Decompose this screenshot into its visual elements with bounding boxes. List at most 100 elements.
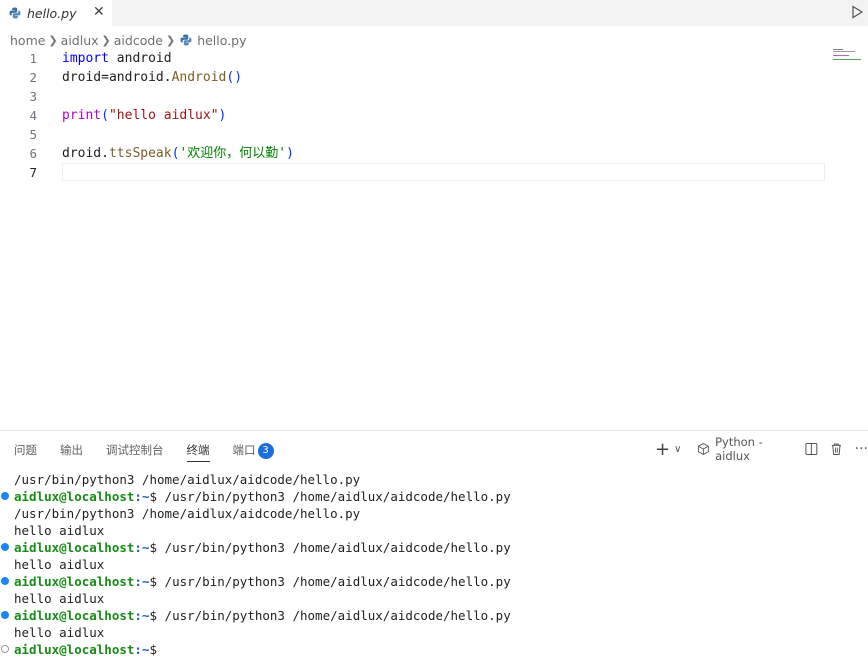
command-text: /usr/bin/python3 /home/aidlux/aidcode/he… <box>164 540 511 555</box>
line-number: 6 <box>29 146 37 161</box>
output-text: hello aidlux <box>14 625 105 640</box>
run-icon[interactable] <box>850 5 864 19</box>
prompt-dollar: $ <box>149 540 165 555</box>
paren: ) <box>286 146 294 161</box>
prompt-user: aidlux@localhost <box>14 574 135 589</box>
code-line: 5 <box>0 125 868 144</box>
command-text: /usr/bin/python3 /home/aidlux/aidcode/he… <box>164 608 511 623</box>
terminal-line: /usr/bin/python3 /home/aidlux/aidcode/he… <box>14 505 360 522</box>
line-number: 7 <box>29 165 37 180</box>
tab-debug-console[interactable]: 调试控制台 <box>106 441 164 459</box>
breadcrumb-aidlux[interactable]: aidlux <box>61 33 99 48</box>
bottom-panel: 问题 输出 调试控制台 终端 端口 3 + ∨ Python - aidlux ·… <box>0 430 868 672</box>
terminal-selector[interactable]: Python - aidlux <box>697 435 793 463</box>
function-name: Android <box>171 70 227 85</box>
prompt-user: aidlux@localhost <box>14 642 135 657</box>
command-status-dot[interactable] <box>1 611 9 619</box>
python-file-icon <box>9 7 21 19</box>
panel-actions: + ∨ Python - aidlux ··· <box>655 435 868 463</box>
paren: ( <box>101 108 109 123</box>
code-line: 4 print("hello aidlux") <box>0 106 868 125</box>
prompt-user: aidlux@localhost <box>14 540 135 555</box>
command-status-dot[interactable] <box>1 543 9 551</box>
terminal-cube-icon <box>698 443 710 455</box>
output-text: hello aidlux <box>14 591 105 606</box>
code-token: droid. <box>62 146 109 161</box>
command-text: /usr/bin/python3 /home/aidlux/aidcode/he… <box>164 574 511 589</box>
tab-terminal[interactable]: 终端 <box>186 441 210 462</box>
ports-count-badge: 3 <box>257 442 274 459</box>
code-line: 3 <box>0 87 868 106</box>
close-icon[interactable]: ✕ <box>93 4 105 20</box>
terminal-line: hello aidlux <box>14 522 104 539</box>
line-number: 2 <box>29 70 37 85</box>
terminal-line: /usr/bin/python3 /home/aidlux/aidcode/he… <box>14 471 360 488</box>
string-literal: '欢迎你，何以勤' <box>179 146 287 161</box>
line-number: 3 <box>29 89 37 104</box>
paren: () <box>226 70 243 85</box>
terminal-line: hello aidlux <box>14 624 104 641</box>
chevron-down-icon[interactable]: ∨ <box>674 444 681 455</box>
tab-problems[interactable]: 问题 <box>14 441 37 459</box>
prompt-dollar: $ <box>149 574 165 589</box>
command-text: /usr/bin/python3 /home/aidlux/aidcode/he… <box>164 489 511 504</box>
terminal-name: Python - aidlux <box>715 435 763 463</box>
breadcrumb-aidcode[interactable]: aidcode <box>114 33 163 48</box>
split-terminal-icon[interactable] <box>805 442 818 456</box>
terminal-line: aidlux@localhost:~$ /usr/bin/python3 /ho… <box>14 488 511 505</box>
output-text: hello aidlux <box>14 523 105 538</box>
prompt-path: :~ <box>134 540 150 555</box>
string-literal: "hello aidlux" <box>108 108 219 123</box>
terminal-line: hello aidlux <box>14 556 104 573</box>
prompt-dollar: $ <box>149 642 165 657</box>
line-number: 4 <box>29 108 37 123</box>
new-terminal-button[interactable]: + <box>655 439 670 460</box>
paren: ) <box>218 108 227 123</box>
code-line: 7 <box>0 163 868 182</box>
terminal-line: aidlux@localhost:~$ /usr/bin/python3 /ho… <box>14 607 511 624</box>
prompt-user: aidlux@localhost <box>14 608 135 623</box>
breadcrumb-file[interactable]: hello.py <box>197 33 246 48</box>
tab-hello-py[interactable]: hello.py ✕ <box>0 0 112 26</box>
prompt-user: aidlux@localhost <box>14 489 135 504</box>
code-line: 2 droid=android.Android() <box>0 68 868 87</box>
function-name: ttsSpeak <box>108 146 172 161</box>
chevron-right-icon: ❯ <box>101 33 111 47</box>
code-text: print("hello aidlux") <box>62 106 226 125</box>
command-status-dot <box>1 645 9 653</box>
terminal-line: hello aidlux <box>14 590 104 607</box>
trash-icon[interactable] <box>830 442 843 456</box>
prompt-path: :~ <box>134 642 150 657</box>
command-status-dot[interactable] <box>1 492 9 500</box>
output-text: hello aidlux <box>14 557 105 572</box>
minimap[interactable] <box>833 49 863 61</box>
breadcrumb: home ❯ aidlux ❯ aidcode ❯ hello.py <box>10 31 246 49</box>
python-file-icon <box>180 34 192 46</box>
keyword: import <box>62 51 109 66</box>
terminal-line: aidlux@localhost:~$ <box>14 641 165 658</box>
prompt-path: :~ <box>134 574 150 589</box>
code-token: droid=android. <box>62 70 172 85</box>
command-status-dot[interactable] <box>1 577 9 585</box>
code-line: 6 droid.ttsSpeak('欢迎你，何以勤') <box>0 144 868 163</box>
breadcrumb-home[interactable]: home <box>10 33 45 48</box>
tab-output[interactable]: 输出 <box>60 441 83 459</box>
prompt-path: :~ <box>134 608 150 623</box>
chevron-right-icon: ❯ <box>48 33 58 47</box>
line-number: 5 <box>29 127 37 142</box>
code-token: android <box>108 51 172 66</box>
tab-ports-label: 端口 <box>232 443 256 457</box>
editor-tab-bar: hello.py ✕ <box>0 0 868 26</box>
more-actions-icon[interactable]: ··· <box>855 441 868 457</box>
tab-label: hello.py <box>27 5 77 21</box>
code-text: droid.ttsSpeak('欢迎你，何以勤') <box>62 144 294 163</box>
command-text: /usr/bin/python3 /home/aidlux/aidcode/he… <box>14 472 361 487</box>
prompt-dollar: $ <box>149 489 165 504</box>
terminal-line: aidlux@localhost:~$ /usr/bin/python3 /ho… <box>14 539 511 556</box>
code-text: droid=android.Android() <box>62 68 242 87</box>
tab-ports[interactable]: 端口 3 <box>233 441 274 459</box>
command-text: /usr/bin/python3 /home/aidlux/aidcode/he… <box>14 506 361 521</box>
prompt-dollar: $ <box>149 608 165 623</box>
code-editor[interactable]: 1 import android 2 droid=android.Android… <box>0 49 868 429</box>
line-number: 1 <box>29 51 37 66</box>
